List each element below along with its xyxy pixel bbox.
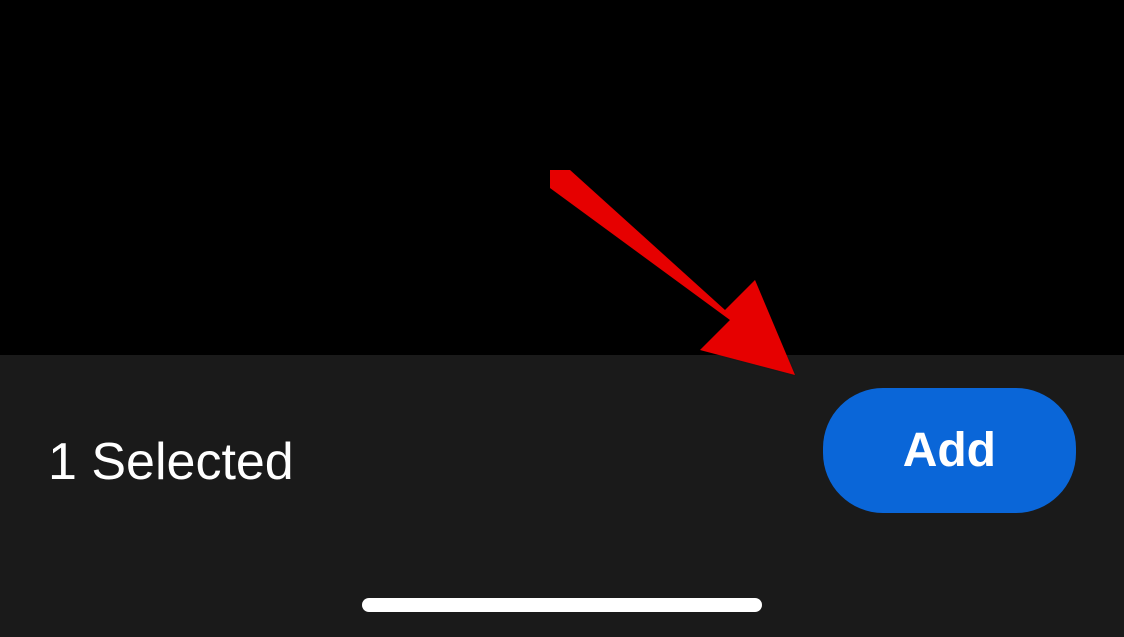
add-button[interactable]: Add bbox=[823, 388, 1076, 513]
home-indicator[interactable] bbox=[362, 598, 762, 612]
selected-count-label: 1 Selected bbox=[48, 410, 294, 492]
content-area bbox=[0, 0, 1124, 355]
selection-toolbar: 1 Selected Add bbox=[0, 355, 1124, 637]
